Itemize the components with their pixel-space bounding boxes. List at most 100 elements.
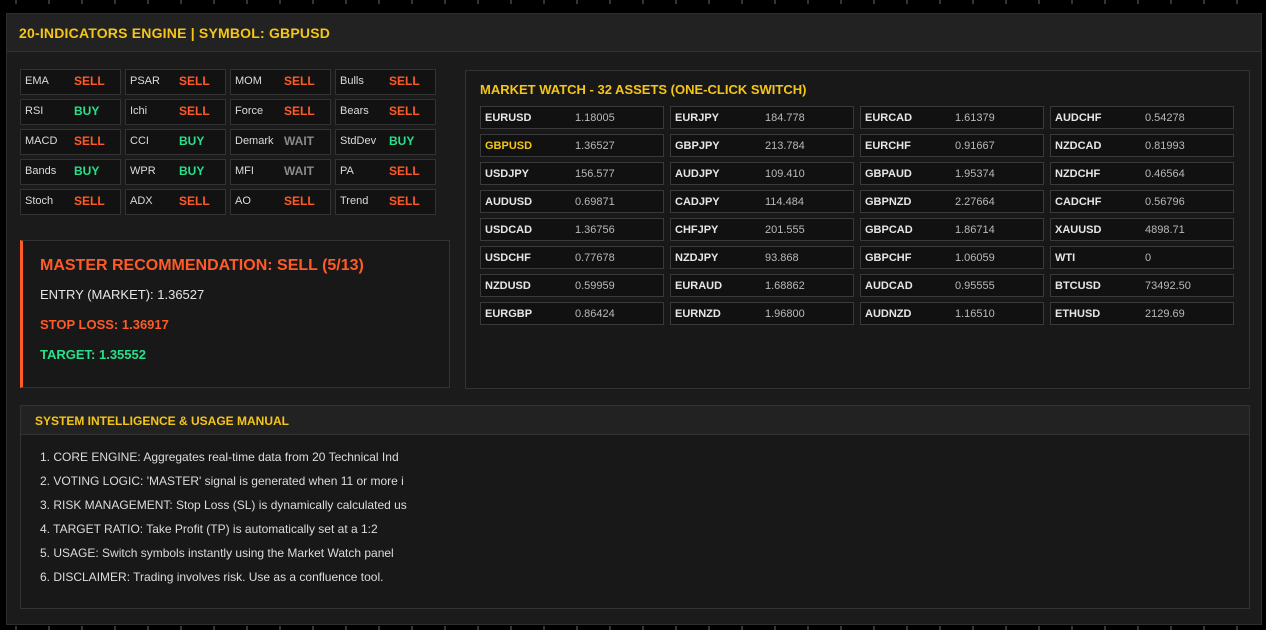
asset-symbol: GBPCAD: [865, 224, 913, 236]
asset-price: 1.96800: [765, 308, 805, 320]
asset-price: 73492.50: [1145, 280, 1191, 292]
asset-symbol: EURJPY: [675, 112, 720, 124]
asset-symbol: AUDCAD: [865, 280, 913, 292]
indicator-name: EMA: [25, 75, 49, 87]
asset-symbol: USDCHF: [485, 252, 531, 264]
asset-price: 213.784: [765, 140, 805, 152]
indicator-cell: CCI BUY: [125, 129, 226, 155]
market-watch-cell-usdchf[interactable]: USDCHF 0.77678: [480, 246, 664, 269]
stop-loss: STOP LOSS: 1.36917: [40, 317, 169, 332]
asset-price: 0: [1145, 252, 1152, 264]
manual-item: 1. CORE ENGINE: Aggregates real-time dat…: [40, 450, 399, 464]
indicator-signal: BUY: [389, 134, 415, 148]
indicator-signal: BUY: [179, 134, 205, 148]
manual-item: 4. TARGET RATIO: Take Profit (TP) is aut…: [40, 522, 378, 536]
asset-symbol: CADJPY: [675, 196, 720, 208]
market-watch-cell-audjpy[interactable]: AUDJPY 109.410: [670, 162, 854, 185]
market-watch-cell-gbpjpy[interactable]: GBPJPY 213.784: [670, 134, 854, 157]
market-watch-cell-gbpcad[interactable]: GBPCAD 1.86714: [860, 218, 1044, 241]
indicator-name: Bulls: [340, 75, 364, 87]
market-watch-cell-btcusd[interactable]: BTCUSD 73492.50: [1050, 274, 1234, 297]
asset-price: 1.86714: [955, 224, 995, 236]
market-watch-cell-eurcad[interactable]: EURCAD 1.61379: [860, 106, 1044, 129]
manual-item: 3. RISK MANAGEMENT: Stop Loss (SL) is dy…: [40, 498, 407, 512]
asset-symbol: GBPNZD: [865, 196, 912, 208]
indicator-name: MFI: [235, 165, 254, 177]
market-watch-title: MARKET WATCH - 32 ASSETS (ONE-CLICK SWIT…: [480, 82, 807, 97]
asset-price: 201.555: [765, 224, 805, 236]
market-watch-cell-gbpaud[interactable]: GBPAUD 1.95374: [860, 162, 1044, 185]
indicator-signal: SELL: [179, 104, 210, 118]
market-watch-cell-eurgbp[interactable]: EURGBP 0.86424: [480, 302, 664, 325]
market-watch-cell-usdcad[interactable]: USDCAD 1.36756: [480, 218, 664, 241]
market-watch-cell-chfjpy[interactable]: CHFJPY 201.555: [670, 218, 854, 241]
market-watch-grid: EURUSD 1.18005 GBPUSD 1.36527 USDJPY 156.577 A…: [480, 106, 1240, 328]
market-watch-cell-audnzd[interactable]: AUDNZD 1.16510: [860, 302, 1044, 325]
market-watch-cell-gbpchf[interactable]: GBPCHF 1.06059: [860, 246, 1044, 269]
indicator-name: PSAR: [130, 75, 160, 87]
asset-symbol: NZDUSD: [485, 280, 531, 292]
market-watch-cell-eurnzd[interactable]: EURNZD 1.96800: [670, 302, 854, 325]
indicator-cell: PA SELL: [335, 159, 436, 185]
target-price: TARGET: 1.35552: [40, 347, 146, 362]
asset-price: 93.868: [765, 252, 799, 264]
market-watch-cell-eurjpy[interactable]: EURJPY 184.778: [670, 106, 854, 129]
asset-symbol: GBPUSD: [485, 140, 533, 152]
market-watch-cell-cadjpy[interactable]: CADJPY 114.484: [670, 190, 854, 213]
indicator-signal: SELL: [389, 164, 420, 178]
asset-price: 109.410: [765, 168, 805, 180]
market-watch-cell-eurchf[interactable]: EURCHF 0.91667: [860, 134, 1044, 157]
market-watch-cell-xauusd[interactable]: XAUUSD 4898.71: [1050, 218, 1234, 241]
asset-price: 0.81993: [1145, 140, 1185, 152]
asset-price: 1.06059: [955, 252, 995, 264]
asset-price: 1.36756: [575, 224, 615, 236]
asset-symbol: GBPAUD: [865, 168, 912, 180]
asset-price: 1.18005: [575, 112, 615, 124]
market-watch-cell-nzdchf[interactable]: NZDCHF 0.46564: [1050, 162, 1234, 185]
indicator-signal: SELL: [284, 74, 315, 88]
market-watch-cell-gbpusd[interactable]: GBPUSD 1.36527: [480, 134, 664, 157]
dashboard-title: 20-INDICATORS ENGINE | SYMBOL: GBPUSD: [19, 25, 331, 41]
indicator-signal: SELL: [389, 74, 420, 88]
asset-symbol: CADCHF: [1055, 196, 1102, 208]
market-watch-cell-wti[interactable]: WTI 0: [1050, 246, 1234, 269]
market-watch-cell-audchf[interactable]: AUDCHF 0.54278: [1050, 106, 1234, 129]
indicator-signal: SELL: [74, 134, 105, 148]
entry-price: ENTRY (MARKET): 1.36527: [40, 287, 205, 302]
asset-price: 0.46564: [1145, 168, 1185, 180]
market-watch-cell-audusd[interactable]: AUDUSD 0.69871: [480, 190, 664, 213]
market-watch-cell-gbpnzd[interactable]: GBPNZD 2.27664: [860, 190, 1044, 213]
usage-manual-panel: SYSTEM INTELLIGENCE & USAGE MANUAL 1. CO…: [20, 405, 1250, 609]
market-watch-cell-usdjpy[interactable]: USDJPY 156.577: [480, 162, 664, 185]
chart-ticks-bottom: [15, 626, 1238, 630]
asset-symbol: EURUSD: [485, 112, 532, 124]
asset-price: 1.95374: [955, 168, 995, 180]
market-watch-cell-audcad[interactable]: AUDCAD 0.95555: [860, 274, 1044, 297]
market-watch-cell-euraud[interactable]: EURAUD 1.68862: [670, 274, 854, 297]
indicator-signal: WAIT: [284, 164, 314, 178]
indicator-signal: SELL: [179, 74, 210, 88]
market-watch-cell-ethusd[interactable]: ETHUSD 2129.69: [1050, 302, 1234, 325]
indicator-cell: Ichi SELL: [125, 99, 226, 125]
indicator-name: ADX: [130, 195, 153, 207]
asset-price: 0.56796: [1145, 196, 1185, 208]
market-watch-cell-nzdusd[interactable]: NZDUSD 0.59959: [480, 274, 664, 297]
manual-item: 2. VOTING LOGIC: 'MASTER' signal is gene…: [40, 474, 404, 488]
market-watch-cell-eurusd[interactable]: EURUSD 1.18005: [480, 106, 664, 129]
asset-symbol: AUDCHF: [1055, 112, 1102, 124]
market-watch-cell-nzdjpy[interactable]: NZDJPY 93.868: [670, 246, 854, 269]
indicator-signal: SELL: [284, 194, 315, 208]
market-watch-cell-cadchf[interactable]: CADCHF 0.56796: [1050, 190, 1234, 213]
indicator-cell: Bands BUY: [20, 159, 121, 185]
asset-price: 184.778: [765, 112, 805, 124]
market-watch-panel: MARKET WATCH - 32 ASSETS (ONE-CLICK SWIT…: [465, 70, 1250, 389]
indicator-cell: Bears SELL: [335, 99, 436, 125]
indicator-name: Bears: [340, 105, 369, 117]
usage-manual-list: 1. CORE ENGINE: Aggregates real-time dat…: [40, 450, 420, 594]
asset-symbol: EURCAD: [865, 112, 913, 124]
asset-price: 114.484: [765, 196, 804, 208]
asset-symbol: CHFJPY: [675, 224, 719, 236]
market-watch-cell-nzdcad[interactable]: NZDCAD 0.81993: [1050, 134, 1234, 157]
indicator-signal: WAIT: [284, 134, 314, 148]
asset-symbol: EURCHF: [865, 140, 911, 152]
